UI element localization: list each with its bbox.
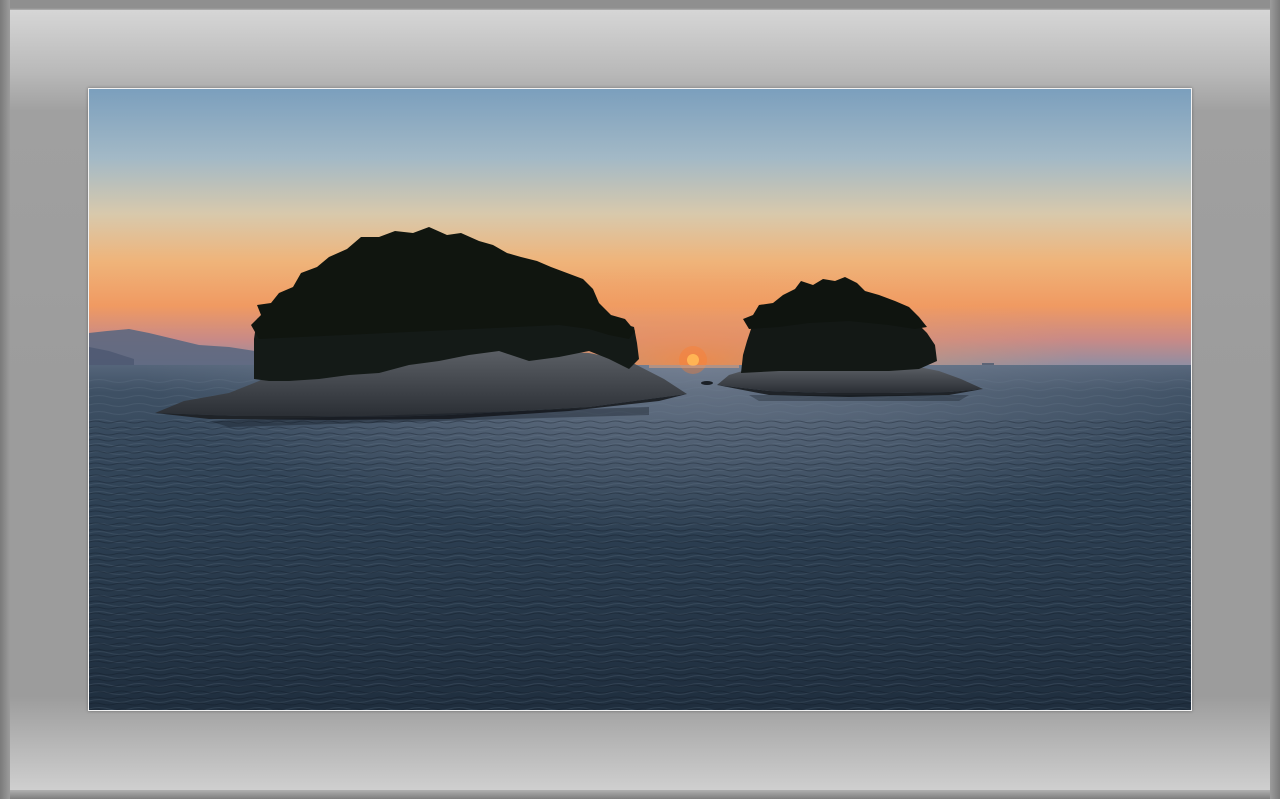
photograph (88, 88, 1192, 711)
frame-edge-left (0, 0, 10, 799)
frame-edge-right (1270, 0, 1280, 799)
picture-frame (0, 0, 1280, 799)
distant-ship (982, 363, 994, 365)
sunset-seascape (89, 89, 1191, 710)
